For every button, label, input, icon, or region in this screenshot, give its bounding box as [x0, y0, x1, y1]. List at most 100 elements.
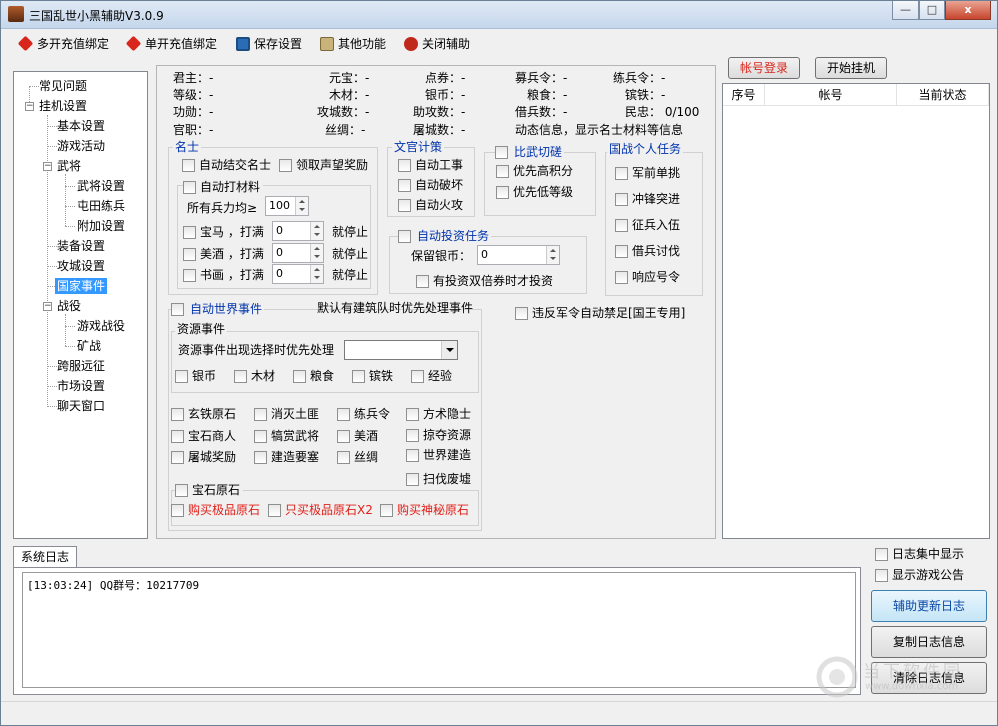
event-checkbox[interactable]: 玄铁原石: [171, 406, 236, 422]
tree-item[interactable]: 武将设置: [77, 178, 125, 194]
copy-log-button[interactable]: 复制日志信息: [871, 626, 987, 658]
tree-item[interactable]: 聊天窗口: [57, 398, 105, 414]
keep-silver-spinner[interactable]: 0: [477, 245, 560, 265]
prefer-low-level-checkbox[interactable]: 优先低等级: [496, 184, 573, 200]
tree-item[interactable]: 跨服远征: [57, 358, 105, 374]
event-checkbox[interactable]: 丝绸: [337, 449, 378, 465]
chongfeng-tujin-checkbox[interactable]: 冲锋突进: [615, 191, 680, 207]
event-checkbox[interactable]: 练兵令: [337, 406, 390, 422]
spinner-arrows[interactable]: [310, 244, 323, 262]
auto-world-event-checkbox[interactable]: 自动世界事件: [171, 301, 265, 317]
biwu-checkbox[interactable]: 比武切磋: [495, 144, 565, 160]
resource-priority-select[interactable]: [344, 340, 458, 360]
spinner-arrows[interactable]: [310, 265, 323, 283]
toolbar-label: 其他功能: [338, 37, 387, 51]
gem-ore-checkbox[interactable]: 宝石原石: [175, 482, 244, 498]
shuhua-checkbox[interactable]: 书画 ，打满: [183, 267, 264, 283]
column-header[interactable]: 序号: [723, 84, 765, 106]
spinner-arrows[interactable]: [295, 197, 308, 215]
start-hangup-button[interactable]: 开始挂机: [815, 57, 887, 79]
tree-item[interactable]: 游戏活动: [57, 138, 105, 154]
baoma-checkbox[interactable]: 宝马 ，打满: [183, 224, 264, 240]
resource-bintie-checkbox[interactable]: 镔铁: [352, 368, 393, 384]
tree-item[interactable]: 战役: [57, 298, 81, 314]
spinner-arrows[interactable]: [546, 246, 559, 264]
tree-item[interactable]: 基本设置: [57, 118, 105, 134]
all-troops-label: 所有兵力均≥: [187, 201, 258, 215]
save-settings-button[interactable]: 保存设置: [234, 35, 302, 53]
fame-reward-checkbox[interactable]: 领取声望奖励: [279, 157, 368, 173]
single-recharge-bind-button[interactable]: 单开充值绑定: [125, 35, 217, 53]
log-textarea[interactable]: [13:03:24] QQ群号：10217709: [22, 572, 856, 688]
resource-yinbi-checkbox[interactable]: 银币: [175, 368, 216, 384]
zhengbing-ruwu-checkbox[interactable]: 征兵入伍: [615, 217, 680, 233]
auto-material-checkbox[interactable]: 自动打材料: [183, 179, 264, 195]
auto-gongshi-checkbox[interactable]: 自动工事: [398, 157, 463, 173]
spinner-arrows[interactable]: [310, 222, 323, 240]
shuhua-spinner[interactable]: 0: [272, 264, 324, 284]
column-header[interactable]: 当前状态: [897, 84, 989, 106]
resource-liangshi-checkbox[interactable]: 粮食: [293, 368, 334, 384]
only-premium-ore-x2-checkbox[interactable]: 只买极品原石X2: [268, 502, 373, 518]
prefer-high-score-checkbox[interactable]: 优先高积分: [496, 163, 573, 179]
tree-expander[interactable]: −: [43, 302, 52, 311]
minimize-button[interactable]: —: [892, 1, 919, 20]
chevron-down-icon[interactable]: [441, 341, 457, 359]
tree-item[interactable]: 屯田练兵: [77, 198, 125, 214]
account-list: 序号 帐号 当前状态: [722, 83, 990, 539]
event-checkbox[interactable]: 美酒: [337, 428, 378, 444]
event-checkbox[interactable]: 方术隐士: [406, 406, 471, 422]
jiebing-taofa-checkbox[interactable]: 借兵讨伐: [615, 243, 680, 259]
event-checkbox[interactable]: 世界建造: [406, 447, 471, 463]
troops-threshold-spinner[interactable]: 100: [265, 196, 309, 216]
double-invest-checkbox[interactable]: 有投资双倍券时才投资: [416, 273, 553, 289]
auto-huogong-checkbox[interactable]: 自动火攻: [398, 197, 463, 213]
event-checkbox[interactable]: 宝石商人: [171, 428, 236, 444]
event-checkbox[interactable]: 建造要塞: [254, 449, 319, 465]
show-game-notice-checkbox[interactable]: 显示游戏公告: [875, 567, 964, 583]
event-checkbox[interactable]: 犒赏武将: [254, 428, 319, 444]
tree-item[interactable]: 常见问题: [39, 78, 87, 94]
multi-recharge-bind-button[interactable]: 多开充值绑定: [17, 35, 109, 53]
buy-mystery-ore-checkbox[interactable]: 购买神秘原石: [380, 502, 469, 518]
tab-system-log[interactable]: 系统日志: [13, 546, 77, 568]
event-checkbox[interactable]: 扫伐废墟: [406, 471, 471, 487]
auto-submit-mingshi-checkbox[interactable]: 自动结交名士: [182, 157, 271, 173]
tree-item[interactable]: 攻城设置: [57, 258, 105, 274]
baoma-spinner[interactable]: 0: [272, 221, 324, 241]
tree-item[interactable]: 挂机设置: [39, 98, 87, 114]
tree-item[interactable]: 装备设置: [57, 238, 105, 254]
tree-expander[interactable]: −: [25, 102, 34, 111]
junqian-danchao-checkbox[interactable]: 军前单挑: [615, 165, 680, 181]
tree-expander[interactable]: −: [43, 162, 52, 171]
close-button[interactable]: x: [945, 1, 991, 20]
anti-ban-checkbox[interactable]: 违反军令自动禁足[国王专用]: [515, 305, 685, 321]
maximize-button[interactable]: □: [919, 1, 945, 20]
power-icon: [404, 37, 418, 51]
event-checkbox[interactable]: 消灭土匪: [254, 406, 319, 422]
event-checkbox[interactable]: 屠城奖励: [171, 449, 236, 465]
tree-item-selected[interactable]: 国家事件: [55, 278, 108, 294]
account-login-button[interactable]: 帐号登录: [728, 57, 800, 79]
auto-pohuai-checkbox[interactable]: 自动破坏: [398, 177, 463, 193]
tree-item[interactable]: 市场设置: [57, 378, 105, 394]
guozhan-legend: 国战个人任务: [607, 142, 684, 156]
tree-item[interactable]: 游戏战役: [77, 318, 125, 334]
xiangying-haoling-checkbox[interactable]: 响应号令: [615, 269, 680, 285]
centralize-log-checkbox[interactable]: 日志集中显示: [875, 546, 964, 562]
other-functions-button[interactable]: 其他功能: [318, 35, 386, 53]
close-assist-button[interactable]: 关闭辅助: [402, 35, 470, 53]
meijiu-spinner[interactable]: 0: [272, 243, 324, 263]
resource-jingyan-checkbox[interactable]: 经验: [411, 368, 452, 384]
buy-premium-ore-checkbox[interactable]: 购买极品原石: [171, 502, 260, 518]
stop-label: 就停止: [332, 268, 369, 282]
meijiu-checkbox[interactable]: 美酒 ，打满: [183, 246, 264, 262]
auto-invest-checkbox[interactable]: 自动投资任务: [398, 228, 492, 244]
event-checkbox[interactable]: 掠夺资源: [406, 427, 471, 443]
tree-item[interactable]: 武将: [57, 158, 81, 174]
update-log-button[interactable]: 辅助更新日志: [871, 590, 987, 622]
column-header[interactable]: 帐号: [765, 84, 897, 106]
tree-item[interactable]: 矿战: [77, 338, 101, 354]
resource-mucai-checkbox[interactable]: 木材: [234, 368, 275, 384]
tree-item[interactable]: 附加设置: [77, 218, 125, 234]
